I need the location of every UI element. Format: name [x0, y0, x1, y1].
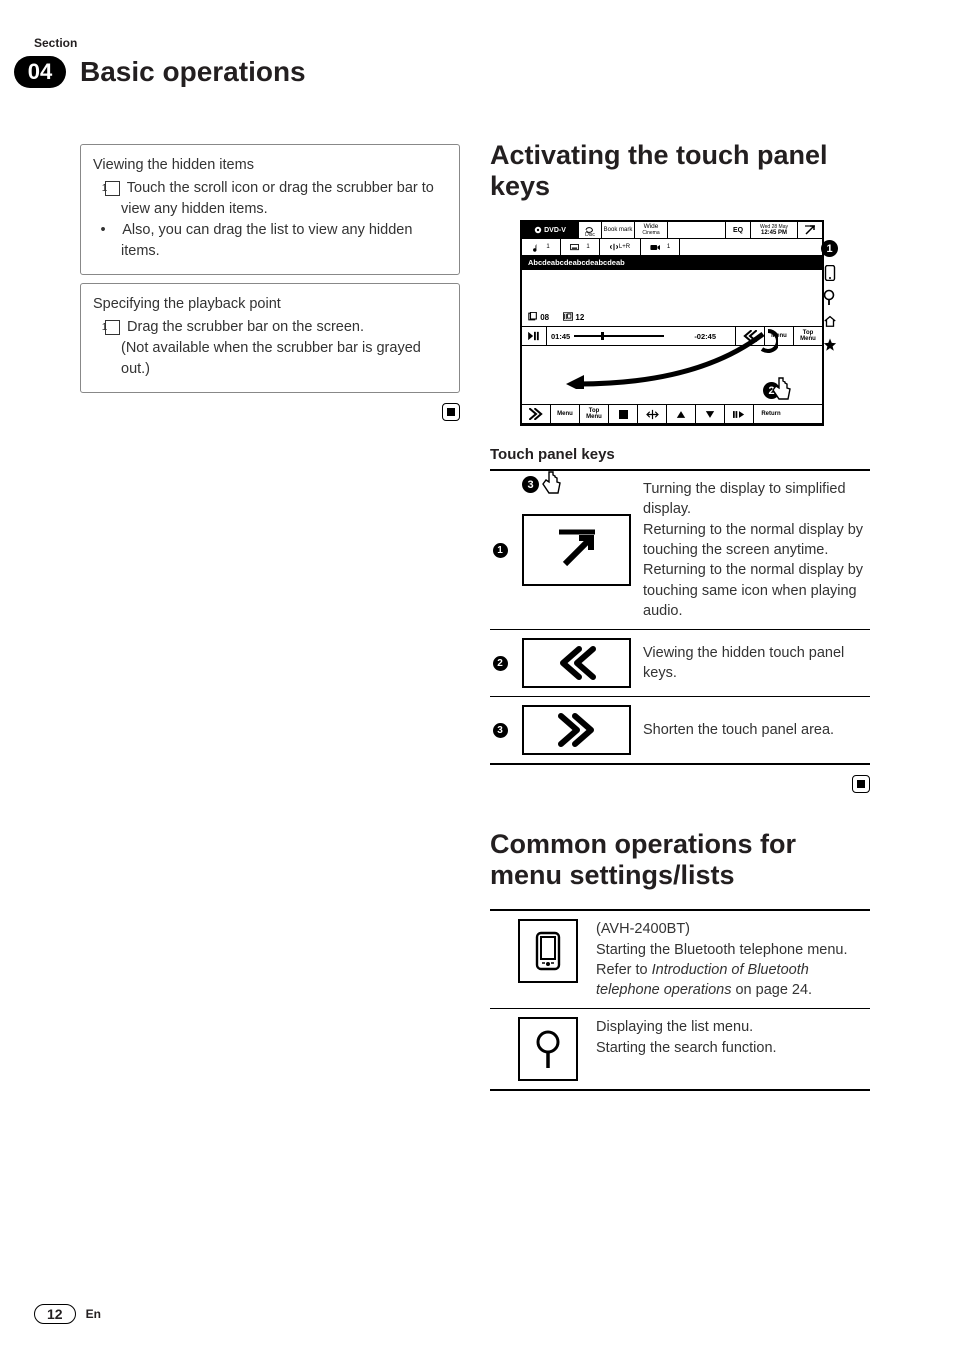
card-hidden-items: Viewing the hidden items 1 Touch the scr…	[80, 144, 460, 275]
bullet-icon: •	[105, 220, 117, 241]
up-icon	[666, 405, 695, 423]
common-ops-table: (AVH-2400BT) Starting the Bluetooth tele…	[490, 909, 870, 1091]
search-icon	[518, 1017, 578, 1081]
table-row: Displaying the list menu. Starting the s…	[490, 1009, 870, 1091]
step-text: Drag the scrubber bar on the screen.	[127, 319, 364, 335]
chapter-header: 04 Basic operations	[14, 54, 306, 90]
audio-icon: 1	[522, 239, 561, 255]
chapter-title: Basic operations	[80, 56, 306, 88]
return-btn: Return	[753, 405, 788, 423]
figure-body: 08 12	[522, 270, 822, 327]
heading-common: Common operations for menu settings/list…	[490, 829, 870, 891]
down-icon	[695, 405, 724, 423]
figure-title: Abcdeabcdeabcdeabcdeab	[522, 256, 822, 270]
datetime: Wed 28 May 12:45 PM	[751, 222, 798, 238]
expand-icon	[798, 222, 822, 238]
step-number-icon: 1	[105, 181, 120, 196]
end-square-icon	[442, 403, 460, 421]
section-label: Section	[34, 36, 77, 50]
phone-icon	[518, 919, 578, 983]
dvd-label: DVD-V	[522, 222, 579, 238]
row-number: 3	[490, 723, 510, 738]
table-row: 3 Shorten the touch panel area.	[490, 697, 870, 765]
play-pause-icon	[522, 327, 547, 345]
track-indicator: 08	[528, 312, 549, 322]
phone-icon	[823, 265, 837, 281]
angle-icon: 1	[641, 239, 680, 255]
chapter-number: 04	[14, 56, 66, 88]
expand-icon	[522, 514, 631, 586]
nav-cross-icon	[637, 405, 666, 423]
section-end	[80, 393, 460, 421]
row-desc: (AVH-2400BT) Starting the Bluetooth tele…	[596, 919, 870, 1000]
row-number: 1	[490, 543, 510, 558]
wide-btn: Wide Cinema	[635, 222, 668, 238]
pointer-icon	[540, 470, 562, 496]
pointer-icon	[770, 376, 792, 402]
step-text: Touch the scroll icon or drag the scrubb…	[121, 180, 434, 217]
figure-side-icons: 1	[821, 240, 838, 353]
star-icon	[823, 337, 837, 353]
card-playback-point: Specifying the playback point 1 Drag the…	[80, 283, 460, 393]
chevron-right-icon	[522, 405, 550, 423]
search-icon	[823, 289, 837, 305]
curved-arrow-icon	[558, 329, 778, 389]
menu-btn: Menu	[550, 405, 579, 423]
bullet: • Also, you can drag the list to view an…	[93, 220, 447, 262]
callout-1: 1	[821, 240, 838, 257]
card-title: Specifying the playback point	[93, 294, 447, 315]
top-menu-btn: TopMenu	[793, 327, 822, 345]
bookmark-btn: Book mark	[602, 222, 635, 238]
figure-extrabar: Menu TopMenu	[522, 404, 822, 424]
top-menu-btn: TopMenu	[579, 405, 608, 423]
row-desc: Displaying the list menu. Starting the s…	[596, 1017, 870, 1058]
row-desc: Shorten the touch panel area.	[643, 720, 870, 740]
bullet-text: Also, you can drag the list to view any …	[121, 222, 412, 259]
section-end	[490, 765, 870, 793]
step-number-icon: 1	[105, 320, 120, 335]
chapter-indicator: 12	[563, 312, 584, 322]
repeat-icon: Disc	[579, 222, 602, 238]
language-label: En	[86, 1307, 101, 1321]
table-row: (AVH-2400BT) Starting the Bluetooth tele…	[490, 911, 870, 1009]
channel-icon: L+R	[600, 239, 641, 255]
end-square-icon	[852, 775, 870, 793]
home-icon	[823, 313, 837, 329]
touch-panel-table: 1 Turning the display to simplified disp…	[490, 469, 870, 765]
step: 1 Touch the scroll icon or drag the scru…	[93, 178, 447, 220]
page-footer: 12 En	[34, 1304, 101, 1324]
stop-icon	[608, 405, 637, 423]
card-title: Viewing the hidden items	[93, 155, 447, 176]
figure-subbar: 1 1 L+R 1	[522, 239, 822, 256]
table-row: 2 Viewing the hidden touch panel keys.	[490, 630, 870, 697]
step-note: (Not available when the scrubber bar is …	[93, 338, 447, 380]
slow-icon	[724, 405, 753, 423]
spacer	[668, 222, 726, 238]
row-number: 2	[490, 656, 510, 671]
eq-btn: EQ	[726, 222, 751, 238]
spacer	[680, 239, 822, 255]
disc-icon	[534, 226, 542, 234]
heading-activating: Activating the touch panel keys	[490, 140, 870, 202]
subtitle-icon: 1	[561, 239, 600, 255]
row-desc: Turning the display to simplified displa…	[643, 479, 870, 621]
chevron-right-icon	[522, 705, 631, 755]
step: 1 Drag the scrubber bar on the screen.	[93, 317, 447, 338]
tp-heading: Touch panel keys	[490, 446, 870, 463]
page-number: 12	[34, 1304, 76, 1324]
chevron-left-icon	[522, 638, 631, 688]
figure-topbar: DVD-V Disc Book mark Wide Cinema EQ	[522, 222, 822, 239]
row-desc: Viewing the hidden touch panel keys.	[643, 643, 870, 684]
callout-3: 3	[522, 476, 539, 493]
